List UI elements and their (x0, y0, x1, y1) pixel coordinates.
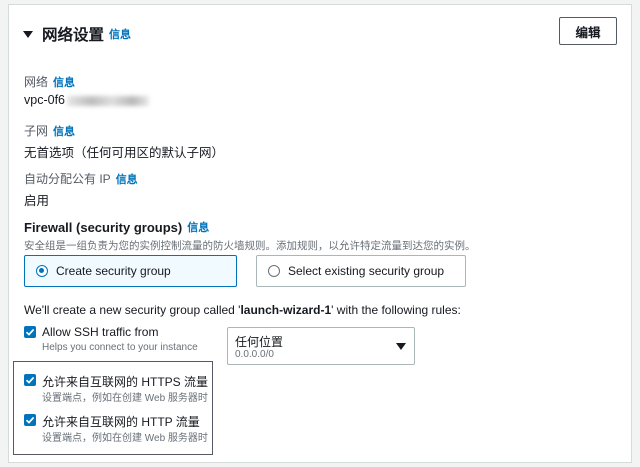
rules-intro-prefix: We'll create a new security group called… (24, 303, 241, 317)
security-group-name: launch-wizard-1 (240, 303, 332, 317)
rules-intro: We'll create a new security group called… (24, 303, 461, 317)
check-icon (25, 376, 35, 384)
public-ip-label-row: 自动分配公有 IP 信息 (24, 170, 138, 187)
network-info-link[interactable]: 信息 (53, 74, 75, 90)
section-title: 网络设置 (42, 27, 105, 44)
section-header[interactable]: 网络设置 信息 (23, 23, 131, 45)
public-ip-value: 启用 (24, 194, 50, 208)
caret-down-icon[interactable] (23, 30, 33, 38)
radio-unselected-icon[interactable] (268, 265, 280, 277)
public-ip-info-link[interactable]: 信息 (116, 171, 138, 187)
subnet-value: 无首选项（任何可用区的默认子网） (24, 146, 225, 160)
ssh-rule-sub: Helps you connect to your instance (42, 342, 198, 353)
rules-intro-suffix: ' with the following rules: (331, 303, 461, 317)
https-checkbox[interactable] (24, 374, 36, 386)
ssh-source-value: 任何位置 (235, 335, 284, 349)
subnet-label-row: 子网 信息 (24, 122, 75, 139)
http-checkbox[interactable] (24, 414, 36, 426)
info-link[interactable]: 信息 (109, 26, 131, 42)
network-label: 网络 (24, 75, 49, 89)
dropdown-caret-icon[interactable] (396, 343, 406, 350)
network-settings-panel: 网络设置 信息 编辑 网络 信息 vpc-0f6 子网 信息 无首选项（任何可用… (8, 4, 632, 463)
check-icon (25, 416, 35, 424)
public-ip-label: 自动分配公有 IP (24, 172, 111, 186)
select-existing-security-group-label: Select existing security group (288, 264, 445, 278)
check-icon (25, 328, 35, 336)
https-rule-sub: 设置端点，例如在创建 Web 服务器时 (42, 393, 208, 404)
redacted-text (67, 95, 149, 106)
radio-selected-icon[interactable] (36, 265, 48, 277)
ssh-source-cidr: 0.0.0.0/0 (235, 349, 274, 360)
firewall-title-row: Firewall (security groups) 信息 (24, 219, 209, 235)
firewall-description: 安全组是一组负责为您的实例控制流量的防火墙规则。添加规则，以允许特定流量到达您的… (24, 240, 476, 252)
vpc-value: vpc-0f6 (24, 93, 149, 107)
http-rule-sub: 设置端点，例如在创建 Web 服务器时 (42, 433, 208, 444)
edit-button[interactable]: 编辑 (559, 17, 617, 45)
firewall-info-link[interactable]: 信息 (187, 219, 209, 235)
vpc-id: vpc-0f6 (24, 93, 65, 107)
subnet-info-link[interactable]: 信息 (53, 123, 75, 139)
https-rule-label: 允许来自互联网的 HTTPS 流量 (42, 375, 209, 389)
http-rule-label: 允许来自互联网的 HTTP 流量 (42, 415, 200, 429)
ssh-checkbox[interactable] (24, 326, 36, 338)
network-label-row: 网络 信息 (24, 73, 75, 90)
create-security-group-option[interactable]: Create security group (24, 255, 237, 287)
ssh-source-select[interactable]: 任何位置 0.0.0.0/0 (227, 327, 415, 365)
create-security-group-label: Create security group (56, 264, 171, 278)
select-existing-security-group-option[interactable]: Select existing security group (256, 255, 466, 287)
subnet-label: 子网 (24, 124, 49, 138)
ssh-rule-label: Allow SSH traffic from (42, 325, 159, 339)
firewall-title: Firewall (security groups) (24, 219, 183, 235)
